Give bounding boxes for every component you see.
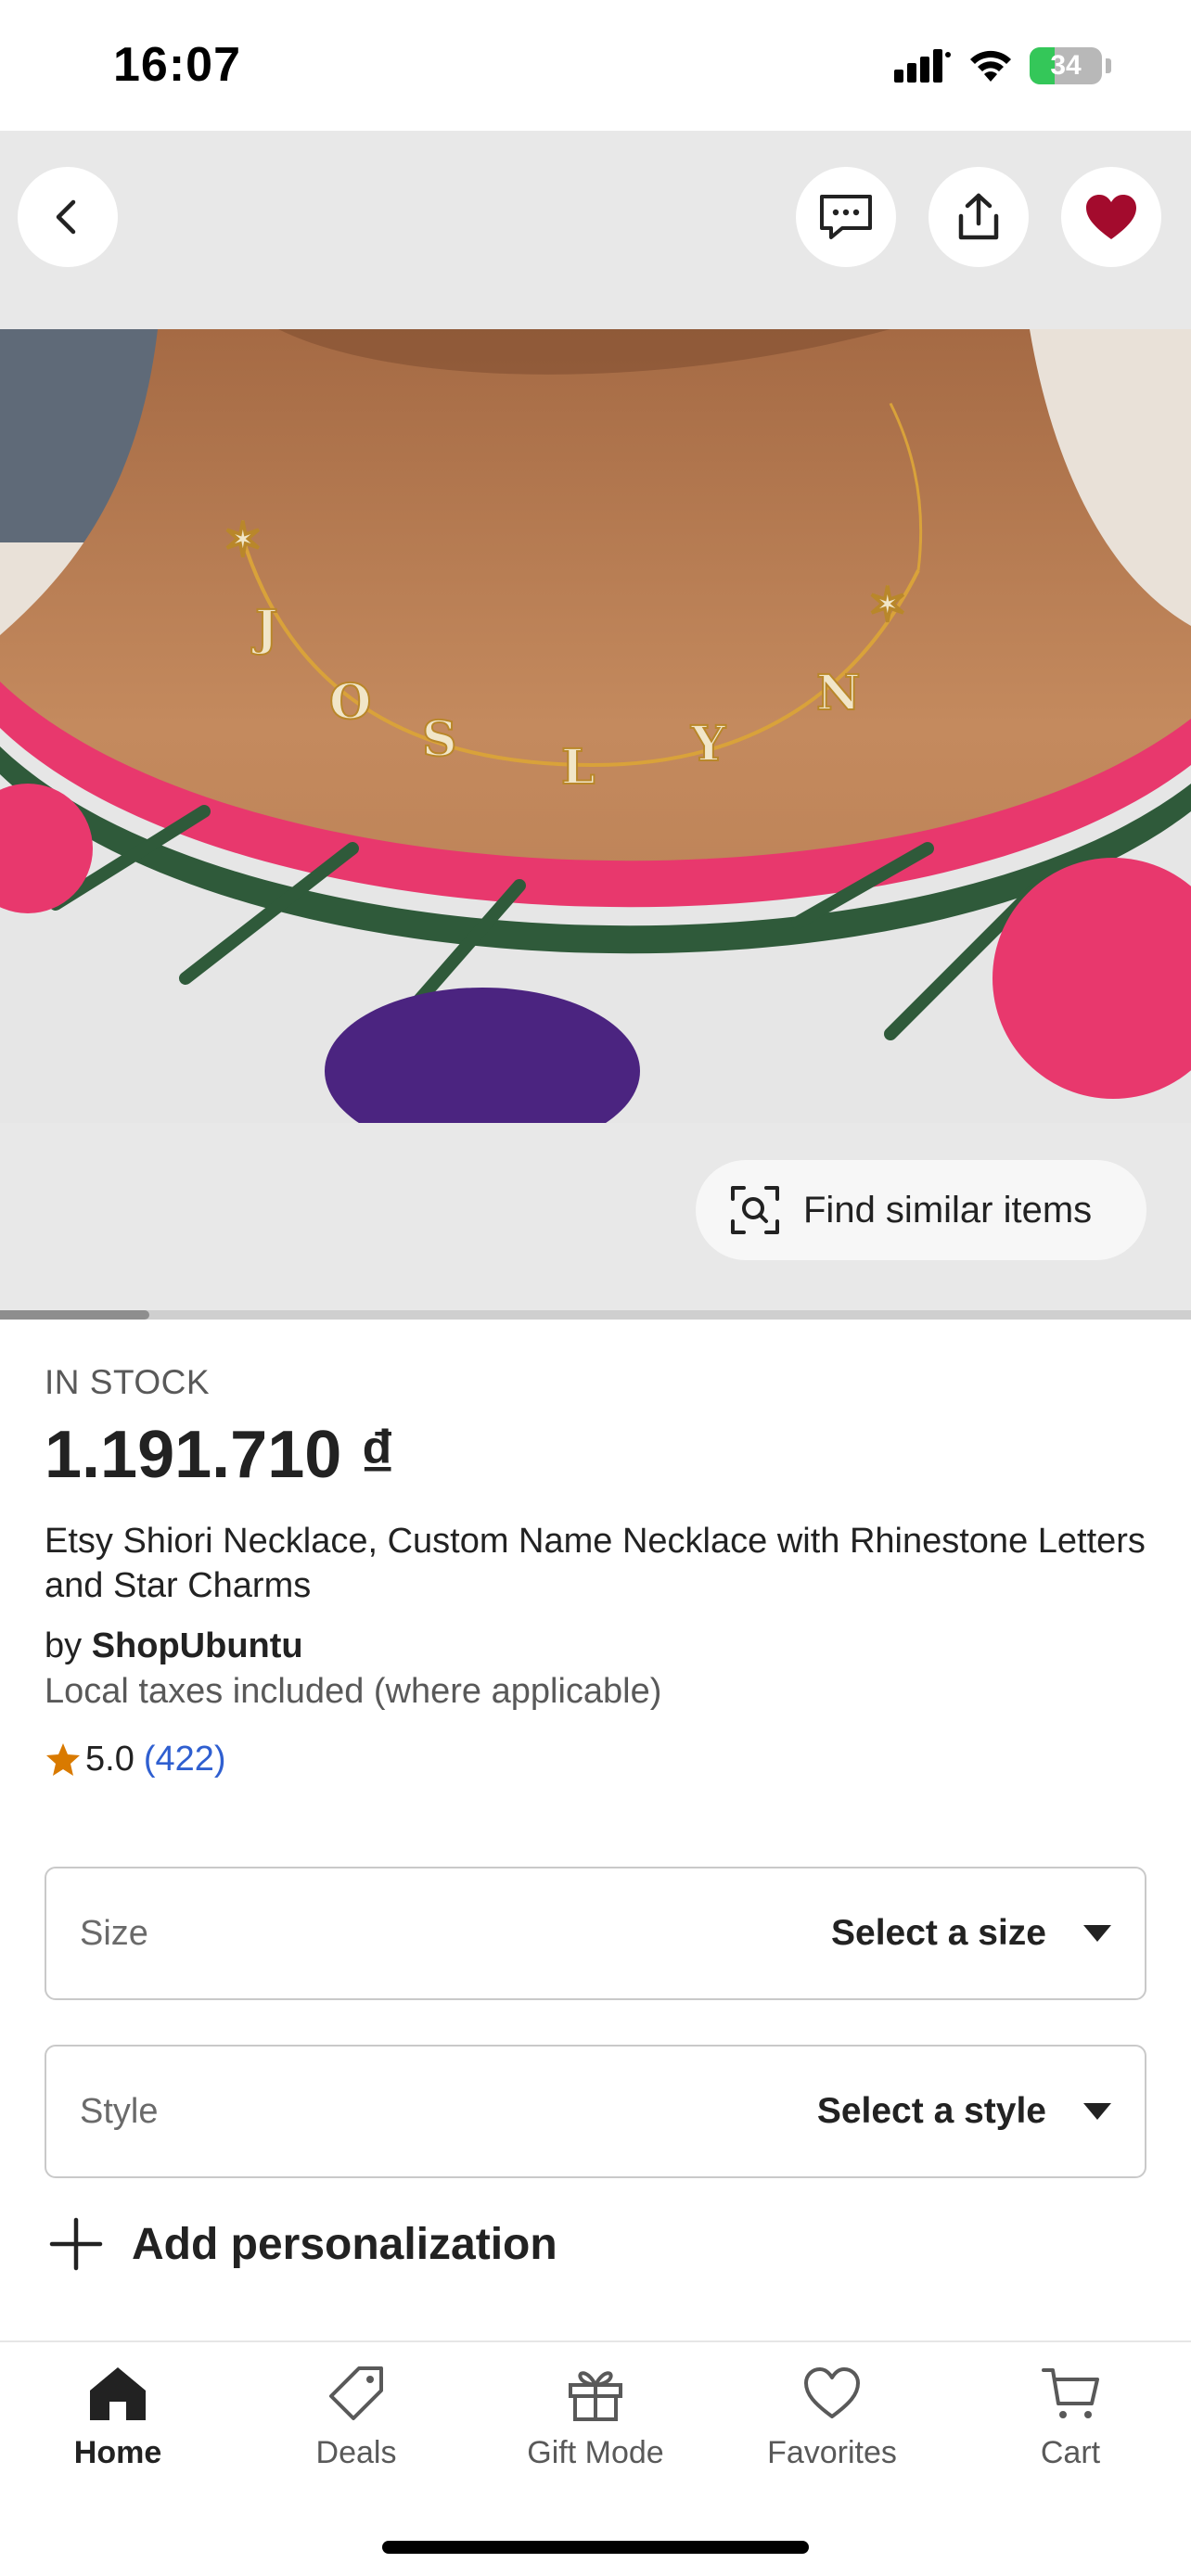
tab-deals-label: Deals [315,2435,397,2470]
svg-text:Y: Y [690,716,726,772]
wifi-icon [970,50,1011,82]
back-icon [56,199,76,235]
favorite-button[interactable] [1061,167,1161,267]
product-price: 1.191.710 ₫ [45,1418,395,1492]
tab-deals[interactable]: Deals [254,2365,458,2471]
signal-icon [894,49,951,83]
tax-note: Local taxes included (where applicable) [45,1672,662,1711]
svg-text:S: S [422,711,457,768]
battery-text: 34 [1050,50,1082,81]
tab-home-label: Home [73,2435,162,2470]
product-photo[interactable]: ✶ J O S L Y N ✶ [0,329,1191,1123]
tab-home[interactable]: Home [16,2365,220,2471]
status-bar: 16:07 34 [0,0,1191,131]
heart-outline-icon [804,2367,860,2418]
seller-line: by ShopUbuntu [45,1626,1148,1666]
tag-icon [329,2366,383,2420]
svg-text:✶: ✶ [223,512,263,568]
svg-text:O: O [329,674,371,731]
tab-cart[interactable]: Cart [968,2365,1172,2471]
star-icon [46,1742,80,1776]
visual-search-icon [731,1186,779,1234]
message-icon [820,195,872,239]
add-personalization-label: Add personalization [132,2219,557,2269]
battery-icon: 34 [1030,47,1102,84]
rating-row[interactable]: 5.0 (422) [45,1740,1148,1779]
message-seller-button[interactable] [796,167,896,267]
seller-prefix: by [45,1626,83,1665]
style-select-label: Style [80,2091,159,2131]
tab-favorites[interactable]: Favorites [730,2365,934,2471]
necklace-photo-image: ✶ J O S L Y N ✶ [0,329,1191,1123]
tab-cart-label: Cart [1040,2435,1101,2470]
stock-status: IN STOCK [45,1363,211,1401]
product-title: Etsy Shiori Necklace, Custom Name Neckla… [45,1522,1146,1605]
find-similar-button[interactable]: Find similar items [696,1160,1146,1260]
chevron-down-icon [1083,1925,1111,1942]
share-icon [958,193,999,240]
gallery-progress-track [0,1310,1191,1320]
size-select[interactable]: Size Select a size [45,1867,1146,2000]
review-count-link[interactable]: (422) [144,1740,226,1779]
home-indicator[interactable] [382,2541,809,2554]
tab-gift-mode[interactable]: Gift Mode [493,2365,698,2471]
shop-name-link[interactable]: ShopUbuntu [92,1626,303,1665]
find-similar-label: Find similar items [803,1189,1093,1231]
rating-score: 5.0 [85,1740,134,1779]
style-select[interactable]: Style Select a style [45,2045,1146,2178]
gallery-progress-fill [0,1310,149,1320]
size-select-value: Select a size [831,1913,1046,1953]
tab-favorites-label: Favorites [767,2435,897,2470]
cart-icon [1042,2368,1099,2418]
add-personalization-button[interactable]: Add personalization [48,2216,557,2272]
home-icon [90,2367,146,2420]
plus-icon [49,2217,103,2271]
product-info: IN STOCK 1.191.710 ₫ Etsy Shiori Necklac… [45,1363,1148,1779]
tab-gift-mode-label: Gift Mode [527,2435,664,2470]
gift-icon [569,2371,622,2421]
svg-text:J: J [251,600,278,657]
product-gallery[interactable]: ✶ J O S L Y N ✶ Find similar items [0,131,1191,1320]
status-time: 16:07 [113,38,241,92]
favorite-heart-icon [1086,195,1136,239]
svg-text:✶: ✶ [867,577,908,633]
style-select-value: Select a style [816,2091,1046,2131]
svg-text:L: L [561,739,596,796]
share-button[interactable] [928,167,1029,267]
svg-text:N: N [816,665,861,721]
battery-tip [1106,58,1111,73]
status-icons: 34 [894,46,1111,85]
back-button[interactable] [18,167,118,267]
chevron-down-icon [1083,2103,1111,2120]
size-select-label: Size [80,1913,148,1953]
